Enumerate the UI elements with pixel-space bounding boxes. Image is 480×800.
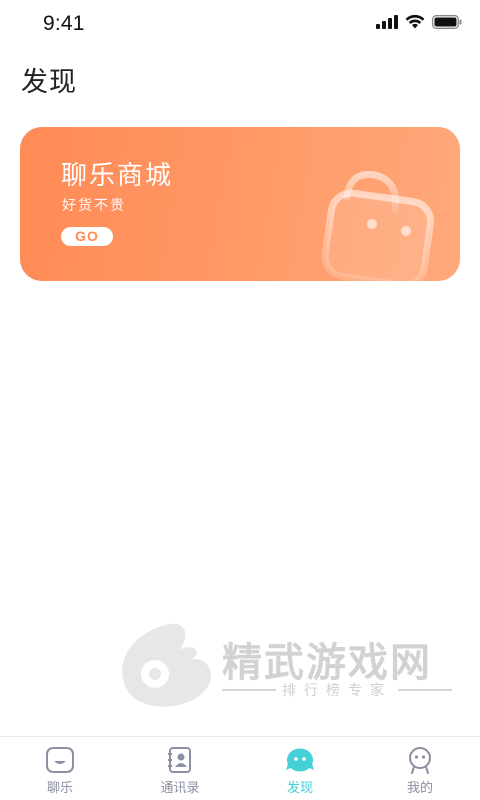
tab-contacts-label: 通讯录 bbox=[160, 781, 200, 796]
discover-screen: 9:41 发现 聊乐商城 好货不贵 GO 精武游戏网 排行榜专家 聊乐 通讯录 … bbox=[0, 0, 480, 800]
tab-contacts[interactable]: 通讯录 bbox=[120, 737, 240, 800]
watermark-subtitle: 排行榜专家 bbox=[282, 683, 392, 699]
tab-chat-label: 聊乐 bbox=[46, 781, 73, 796]
mall-subtitle: 好货不贵 bbox=[62, 198, 126, 214]
go-button[interactable]: GO bbox=[61, 227, 113, 246]
page-title: 发现 bbox=[21, 67, 77, 98]
battery-icon bbox=[432, 14, 462, 29]
mall-banner-card[interactable]: 聊乐商城 好货不贵 GO bbox=[20, 127, 460, 281]
watermark-subtitle-row: 排行榜专家 bbox=[222, 680, 452, 700]
shopping-bag-icon bbox=[321, 170, 435, 281]
tab-discover[interactable]: 发现 bbox=[240, 737, 360, 800]
cellular-signal-icon bbox=[376, 14, 398, 29]
tab-profile[interactable]: 我的 bbox=[360, 737, 480, 800]
mall-title: 聊乐商城 bbox=[61, 161, 174, 191]
profile-icon bbox=[409, 747, 431, 774]
tab-profile-label: 我的 bbox=[406, 781, 433, 796]
status-bar: 9:41 bbox=[0, 0, 480, 48]
discover-icon bbox=[286, 748, 314, 772]
tab-discover-label: 发现 bbox=[286, 781, 313, 796]
wifi-icon bbox=[405, 14, 425, 29]
status-icons bbox=[376, 14, 462, 29]
status-time: 9:41 bbox=[43, 12, 85, 35]
tab-chat[interactable]: 聊乐 bbox=[0, 737, 120, 800]
chat-icon bbox=[46, 747, 74, 773]
bottom-tab-bar: 聊乐 通讯录 发现 我的 bbox=[0, 736, 480, 800]
contacts-icon bbox=[168, 747, 191, 773]
